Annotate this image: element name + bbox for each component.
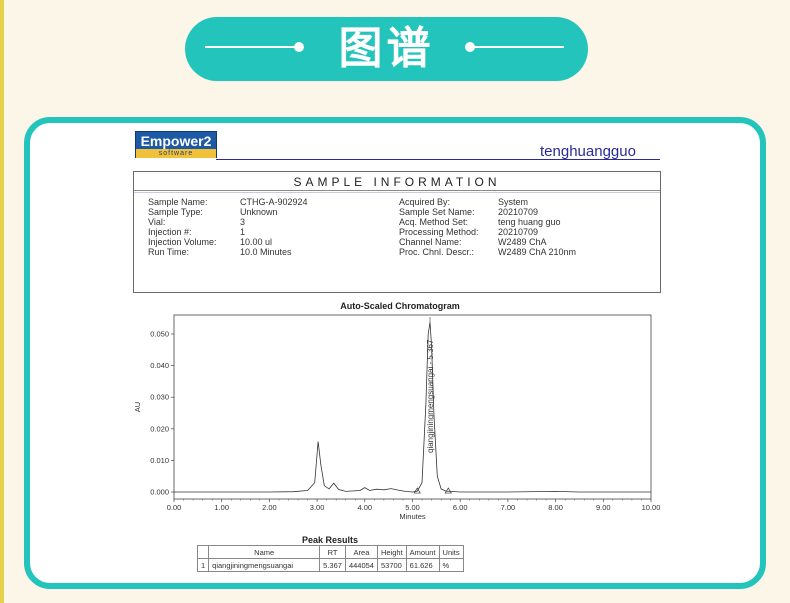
x-tick-label: 8.00 [548,503,563,512]
info-value: W2489 ChA [498,237,547,247]
x-axis-label: Minutes [399,512,426,521]
x-tick-label: 5.00 [405,503,420,512]
table-cell: 5.367 [319,558,346,572]
info-label: Processing Method: [399,227,479,237]
table-cell: % [438,558,464,572]
info-value: System [498,197,529,207]
report-username: tenghuangguo [540,143,636,160]
info-label: Sample Set Name: [399,207,475,217]
info-value: CTHG-A-902924 [240,197,308,207]
info-value: 1 [240,227,246,237]
empower-logo: Empower2 software [135,131,217,158]
info-label: Sample Type: [148,207,203,217]
table-row: 1 qiangjiningmengsuangai 5.367 444054 53… [196,558,464,572]
section-title: 图谱 [338,23,435,74]
table-cell: 444054 [344,558,378,572]
info-value: 20210709 [498,227,539,237]
chromatogram-trace [174,322,651,493]
info-title-rule-secondary [134,192,660,193]
table-header-row: Name RT Area Height Amount Units [196,545,464,559]
peak-results-title: Peak Results [301,535,359,545]
info-value: 10.0 Minutes [240,247,292,257]
y-tick-label: 0.020 [150,424,169,433]
chart-title: Auto-Scaled Chromatogram [340,301,460,311]
logo-name: Empower2 [140,133,212,149]
info-label: Acquired By: [399,197,451,207]
info-value: teng huang guo [498,217,561,227]
info-label: Proc. Chnl. Descr.: [399,247,475,257]
x-tick-label: 2.00 [262,503,277,512]
x-tick-label: 7.00 [501,503,516,512]
info-title-rule [134,190,660,191]
info-value: 20210709 [498,207,539,217]
y-tick-label: 0.050 [150,329,169,338]
table-header-cell: Area [344,545,378,559]
info-label: Vial: [148,217,166,227]
x-tick-label: 6.00 [453,503,468,512]
info-value: 3 [240,217,246,227]
username-rule [216,159,660,160]
peak-results-table: Name RT Area Height Amount Units 1 qiang… [196,545,464,572]
table-header-cell: Amount [405,545,440,559]
table-cell: 61.626 [405,558,440,572]
info-value: Unknown [240,207,278,217]
info-value: W2489 ChA 210nm [498,247,577,257]
table-header-cell: RT [319,545,346,559]
info-label: Sample Name: [148,197,208,207]
table-cell: 53700 [376,558,407,572]
x-tick-label: 3.00 [310,503,325,512]
x-tick-label: 1.00 [214,503,229,512]
x-tick-label: 4.00 [357,503,372,512]
info-label: Run Time: [148,247,190,257]
table-header-cell: Units [438,545,464,559]
table-header-cell: Name [208,545,321,559]
plot-area-frame [173,314,652,500]
y-axis-label: AU [133,402,142,412]
info-label: Injection #: [148,227,192,237]
table-header-cell [196,545,210,559]
x-tick-label: 10.00 [642,503,661,512]
y-tick-label: 0.030 [150,393,169,402]
info-label: Injection Volume: [148,237,217,247]
table-header-cell: Height [376,545,407,559]
chromatogram-chart: 0.00 1.00 2.00 3.00 4.00 5.00 6.00 7.00 8.00 9.00… [133,314,661,521]
table-cell: 1 [196,558,210,572]
integration-marker [444,487,452,494]
x-tick-label: 0.00 [167,503,182,512]
left-edge-stripe [0,0,4,603]
y-tick-label: 0.010 [150,456,169,465]
peak-annotation: qiangjiningmengsuangai - 5.367 [426,339,435,453]
sample-information-title: SAMPLE INFORMATION [293,175,501,189]
y-tick-label: 0.000 [150,488,169,497]
table-cell: qiangjiningmengsuangai [208,558,321,572]
info-label: Channel Name: [399,237,462,247]
y-tick-label: 0.040 [150,361,169,370]
info-label: Acq. Method Set: [399,217,469,227]
x-tick-label: 9.00 [596,503,611,512]
logo-sub: software [136,149,216,158]
info-value: 10.00 ul [240,237,273,247]
